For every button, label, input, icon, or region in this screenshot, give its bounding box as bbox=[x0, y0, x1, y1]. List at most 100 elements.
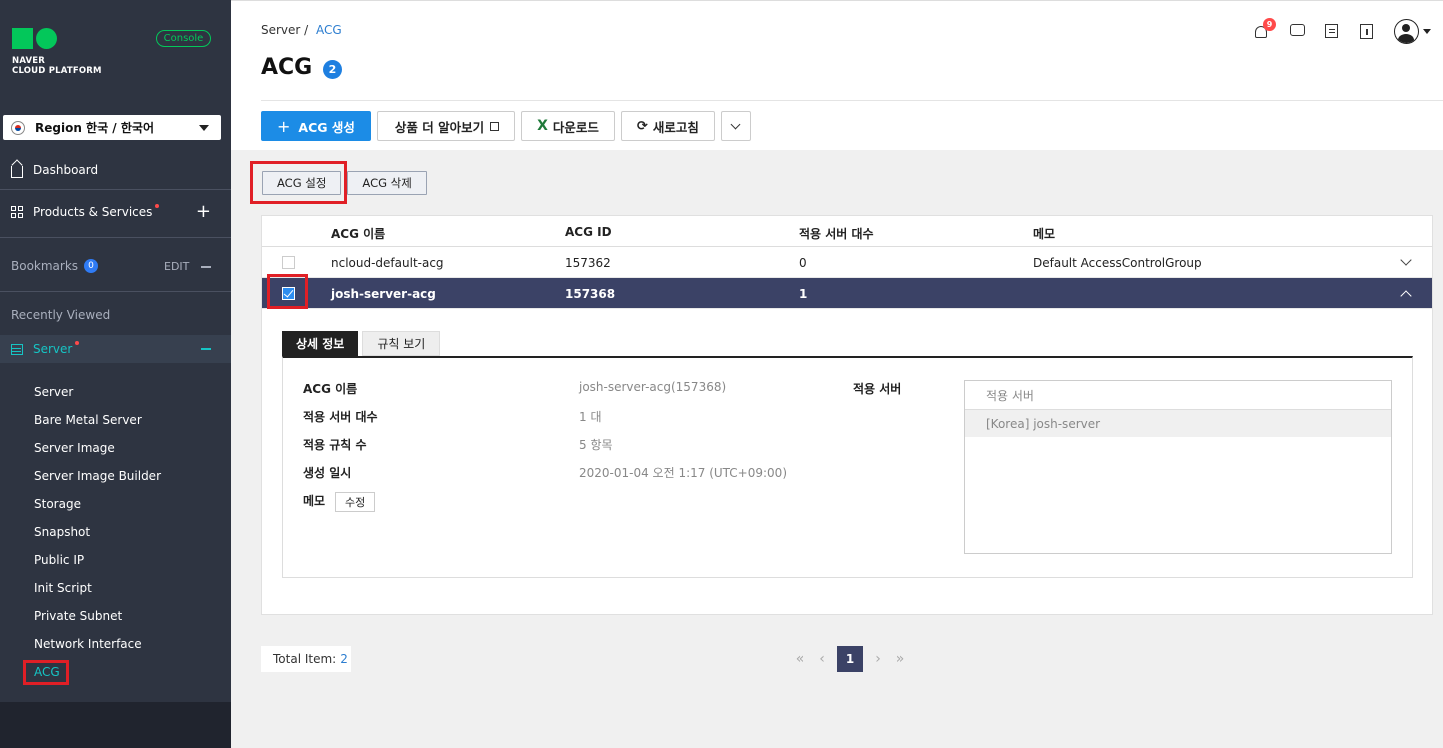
memo-edit-button[interactable]: 수정 bbox=[335, 492, 376, 512]
acg-table-panel: ACG 이름 ACG ID 적용 서버 대수 메모 ncloud-default… bbox=[261, 215, 1433, 615]
caret-down-icon[interactable] bbox=[1423, 29, 1431, 34]
grid-icon bbox=[11, 206, 23, 218]
collapse-icon[interactable] bbox=[201, 266, 211, 268]
region-select[interactable]: Region 한국 / 한국어 bbox=[3, 115, 221, 140]
top-icons: 9 bbox=[1236, 17, 1431, 44]
detail-panel: ACG 이름 적용 서버 대수 적용 규칙 수 생성 일시 메모 josh-se… bbox=[282, 356, 1413, 578]
recently-viewed-label: Recently Viewed bbox=[11, 308, 111, 322]
col-acg-name[interactable]: ACG 이름 bbox=[331, 225, 385, 242]
create-acg-label: ACG 생성 bbox=[298, 119, 355, 135]
expand-chevron-icon[interactable] bbox=[1400, 254, 1412, 266]
more-options-button[interactable] bbox=[720, 111, 751, 141]
nav-dashboard-label: Dashboard bbox=[33, 163, 99, 177]
notification-badge: 9 bbox=[1263, 17, 1276, 31]
nav-dashboard[interactable]: Dashboard bbox=[0, 162, 231, 178]
sidebar-item-server-image-builder[interactable]: Server Image Builder bbox=[34, 469, 161, 483]
console-badge[interactable]: Console bbox=[156, 30, 211, 47]
cell-memo: Default AccessControlGroup bbox=[1033, 256, 1202, 270]
table-row[interactable]: ncloud-default-acg 157362 0 Default Acce… bbox=[262, 247, 1432, 278]
brand-line2: CLOUD PLATFORM bbox=[12, 66, 102, 76]
refresh-label: 새로고침 bbox=[652, 119, 699, 135]
new-dot bbox=[75, 341, 80, 345]
col-memo[interactable]: 메모 bbox=[1033, 225, 1055, 242]
info-doc-icon bbox=[1360, 23, 1373, 39]
list-item[interactable]: [Korea] josh-server bbox=[965, 410, 1391, 437]
cell-acg-id: 157362 bbox=[565, 256, 611, 270]
sidebar-item-storage[interactable]: Storage bbox=[34, 497, 81, 511]
col-server-count[interactable]: 적용 서버 대수 bbox=[799, 225, 874, 242]
naver-cloud-logo[interactable]: NAVER CLOUD PLATFORM bbox=[12, 28, 102, 76]
plus-icon: + bbox=[277, 116, 291, 136]
cell-acg-name: josh-server-acg bbox=[331, 287, 436, 301]
main-content: Server / ACG ACG 2 9 + ACG 생성 상품 더 알아보기 bbox=[231, 0, 1443, 748]
value-server-count: 1 대 bbox=[579, 410, 602, 424]
collapse-chevron-icon[interactable] bbox=[1400, 290, 1412, 302]
notification-button[interactable]: 9 bbox=[1255, 17, 1276, 40]
create-acg-button[interactable]: + ACG 생성 bbox=[261, 111, 371, 141]
collapse-icon[interactable] bbox=[201, 348, 211, 350]
refresh-icon: ⟳ bbox=[636, 118, 648, 134]
breadcrumb: Server / ACG bbox=[261, 23, 342, 37]
learn-more-label: 상품 더 알아보기 bbox=[394, 119, 485, 135]
chevron-down-icon bbox=[730, 119, 741, 129]
refresh-button[interactable]: ⟳ 새로고침 bbox=[620, 111, 715, 141]
label-memo: 메모 bbox=[303, 494, 326, 508]
total-items: Total Item: 2 bbox=[261, 646, 351, 672]
page-title: ACG bbox=[261, 55, 313, 80]
cell-acg-id: 157368 bbox=[565, 287, 616, 301]
server-group-label: Server bbox=[33, 342, 73, 356]
tab-rules[interactable]: 규칙 보기 bbox=[362, 331, 441, 356]
note-button[interactable] bbox=[1325, 23, 1341, 40]
sidebar-item-snapshot[interactable]: Snapshot bbox=[34, 525, 90, 539]
cell-server-count: 1 bbox=[799, 287, 808, 301]
table-row[interactable]: josh-server-acg 157368 1 bbox=[262, 278, 1432, 309]
applied-server-list: 적용 서버 [Korea] josh-server bbox=[964, 380, 1392, 554]
prev-page-icon[interactable]: ‹ bbox=[811, 646, 833, 672]
page-number[interactable]: 1 bbox=[837, 646, 863, 672]
sidebar-item-init-script[interactable]: Init Script bbox=[34, 581, 92, 595]
plus-icon[interactable]: + bbox=[196, 203, 211, 221]
sidebar-item-server-image[interactable]: Server Image bbox=[34, 441, 115, 455]
sidebar: NAVER CLOUD PLATFORM Console Region 한국 /… bbox=[0, 0, 231, 748]
info-button[interactable] bbox=[1360, 23, 1376, 40]
region-label: Region 한국 / 한국어 bbox=[35, 121, 154, 135]
value-acg-name: josh-server-acg(157368) bbox=[579, 380, 727, 394]
label-rule-count: 적용 규칙 수 bbox=[303, 438, 367, 452]
server-icon bbox=[11, 343, 23, 355]
sidebar-item-private-subnet[interactable]: Private Subnet bbox=[34, 609, 122, 623]
row-checkbox[interactable] bbox=[282, 256, 295, 269]
sidebar-item-server[interactable]: Server bbox=[34, 385, 73, 399]
breadcrumb-current[interactable]: ACG bbox=[316, 23, 342, 37]
bookmarks-count-badge: 0 bbox=[84, 259, 99, 273]
avatar[interactable] bbox=[1394, 19, 1419, 44]
korea-flag-icon bbox=[11, 120, 25, 135]
nav-server-group[interactable]: Server bbox=[0, 335, 231, 363]
caret-down-icon bbox=[199, 125, 209, 131]
chat-button[interactable] bbox=[1290, 23, 1306, 40]
excel-icon: X bbox=[537, 118, 548, 134]
learn-more-button[interactable]: 상품 더 알아보기 bbox=[376, 111, 516, 141]
cell-acg-name: ncloud-default-acg bbox=[331, 256, 444, 270]
sidebar-item-bare-metal-server[interactable]: Bare Metal Server bbox=[34, 413, 142, 427]
value-created: 2020-01-04 오전 1:17 (UTC+09:00) bbox=[579, 466, 787, 480]
breadcrumb-parent[interactable]: Server / bbox=[261, 23, 308, 37]
nav-bookmarks[interactable]: Bookmarks 0 EDIT bbox=[0, 259, 231, 273]
page-header: Server / ACG ACG 2 9 + ACG 생성 상품 더 알아보기 bbox=[231, 0, 1443, 150]
chat-icon bbox=[1290, 23, 1305, 36]
col-acg-id[interactable]: ACG ID bbox=[565, 225, 612, 239]
label-server-count: 적용 서버 대수 bbox=[303, 410, 378, 424]
bookmarks-edit-button[interactable]: EDIT bbox=[164, 260, 189, 273]
sidebar-item-public-ip[interactable]: Public IP bbox=[34, 553, 84, 567]
download-button[interactable]: X 다운로드 bbox=[521, 111, 615, 141]
acg-delete-button[interactable]: ACG 삭제 bbox=[347, 171, 427, 195]
note-icon bbox=[1325, 23, 1338, 38]
tab-detail-info[interactable]: 상세 정보 bbox=[282, 331, 359, 356]
sidebar-item-network-interface[interactable]: Network Interface bbox=[34, 637, 142, 651]
download-label: 다운로드 bbox=[552, 119, 599, 135]
last-page-icon[interactable]: » bbox=[889, 646, 911, 672]
nav-recently-viewed[interactable]: Recently Viewed bbox=[0, 308, 231, 322]
next-page-icon[interactable]: › bbox=[867, 646, 889, 672]
first-page-icon[interactable]: « bbox=[789, 646, 811, 672]
title-count-badge: 2 bbox=[323, 60, 342, 79]
nav-products-services[interactable]: Products & Services + bbox=[0, 203, 231, 221]
